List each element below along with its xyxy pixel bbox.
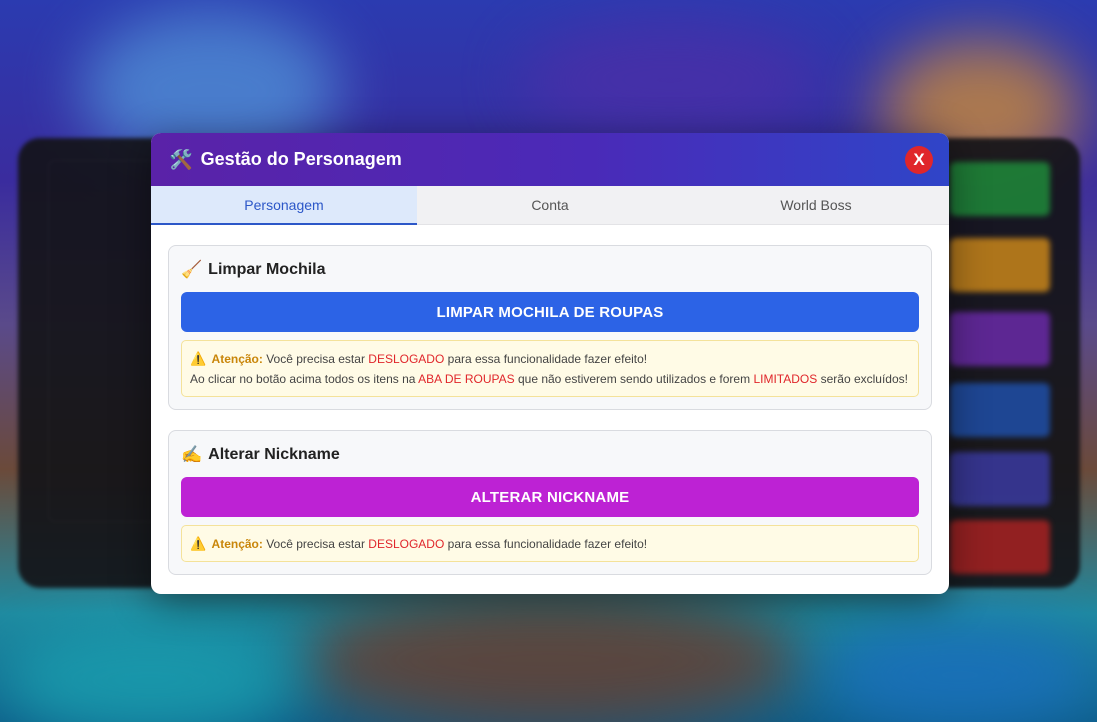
warning-text: Você precisa estar xyxy=(266,537,365,551)
warning-label: Atenção: xyxy=(211,352,263,366)
section-title: ✍️ Alterar Nickname xyxy=(181,445,919,465)
warning-text: para essa funcionalidade fazer efeito! xyxy=(447,352,648,366)
section-clear-backpack: 🧹 Limpar Mochila LIMPAR MOCHILA DE ROUPA… xyxy=(168,245,932,410)
warning-text: serão excluídos! xyxy=(820,372,908,386)
bg-side-button xyxy=(950,162,1050,216)
tools-icon: 🛠️ xyxy=(169,149,193,171)
broom-icon: 🧹 xyxy=(181,260,203,279)
character-management-modal: 🛠️ Gestão do Personagem X Personagem Con… xyxy=(151,133,949,594)
warning-text: Ao clicar no botão acima todos os itens … xyxy=(190,372,416,386)
bg-side-button xyxy=(950,312,1050,366)
modal-title: 🛠️ Gestão do Personagem xyxy=(169,148,402,172)
tab-world-boss[interactable]: World Boss xyxy=(683,186,949,224)
warning-label: Atenção: xyxy=(211,537,263,551)
warning-line: Ao clicar no botão acima todos os itens … xyxy=(190,369,910,389)
modal-header: 🛠️ Gestão do Personagem X xyxy=(151,133,949,186)
section-title-text: Alterar Nickname xyxy=(208,446,340,463)
warning-box: ⚠️ Atenção: Você precisa estar DESLOGADO… xyxy=(181,525,919,562)
tab-bar: Personagem Conta World Boss xyxy=(151,186,949,225)
bg-blob xyxy=(820,620,1097,722)
bg-side-button xyxy=(950,452,1050,506)
warning-line: ⚠️ Atenção: Você precisa estar DESLOGADO… xyxy=(190,534,910,554)
tab-personagem[interactable]: Personagem xyxy=(151,186,417,225)
warning-highlight: LIMITADOS xyxy=(753,372,818,386)
bg-side-button xyxy=(950,383,1050,437)
bg-blob xyxy=(520,20,820,140)
warning-icon: ⚠️ xyxy=(190,536,207,551)
warning-highlight: ABA DE ROUPAS xyxy=(418,372,515,386)
warning-box: ⚠️ Atenção: Você precisa estar DESLOGADO… xyxy=(181,340,919,397)
tab-conta[interactable]: Conta xyxy=(417,186,683,224)
change-nickname-button[interactable]: ALTERAR NICKNAME xyxy=(181,477,919,517)
warning-text: que não estiverem sendo utilizados e for… xyxy=(517,372,751,386)
warning-highlight: DESLOGADO xyxy=(368,352,445,366)
bg-blob xyxy=(0,620,300,722)
bg-blob xyxy=(300,590,800,722)
writing-hand-icon: ✍️ xyxy=(181,445,203,464)
modal-title-text: Gestão do Personagem xyxy=(200,149,402,169)
bg-side-button xyxy=(950,238,1050,292)
tab-content: 🧹 Limpar Mochila LIMPAR MOCHILA DE ROUPA… xyxy=(151,225,949,575)
section-title-text: Limpar Mochila xyxy=(208,261,326,278)
close-button[interactable]: X xyxy=(905,145,933,174)
warning-highlight: DESLOGADO xyxy=(368,537,445,551)
bg-side-button xyxy=(950,520,1050,574)
warning-text: Você precisa estar xyxy=(266,352,365,366)
clear-backpack-button[interactable]: LIMPAR MOCHILA DE ROUPAS xyxy=(181,292,919,332)
section-title: 🧹 Limpar Mochila xyxy=(181,260,919,280)
warning-icon: ⚠️ xyxy=(190,351,207,366)
warning-text: para essa funcionalidade fazer efeito! xyxy=(447,537,648,551)
section-change-nickname: ✍️ Alterar Nickname ALTERAR NICKNAME ⚠️ … xyxy=(168,430,932,575)
warning-line: ⚠️ Atenção: Você precisa estar DESLOGADO… xyxy=(190,349,910,369)
